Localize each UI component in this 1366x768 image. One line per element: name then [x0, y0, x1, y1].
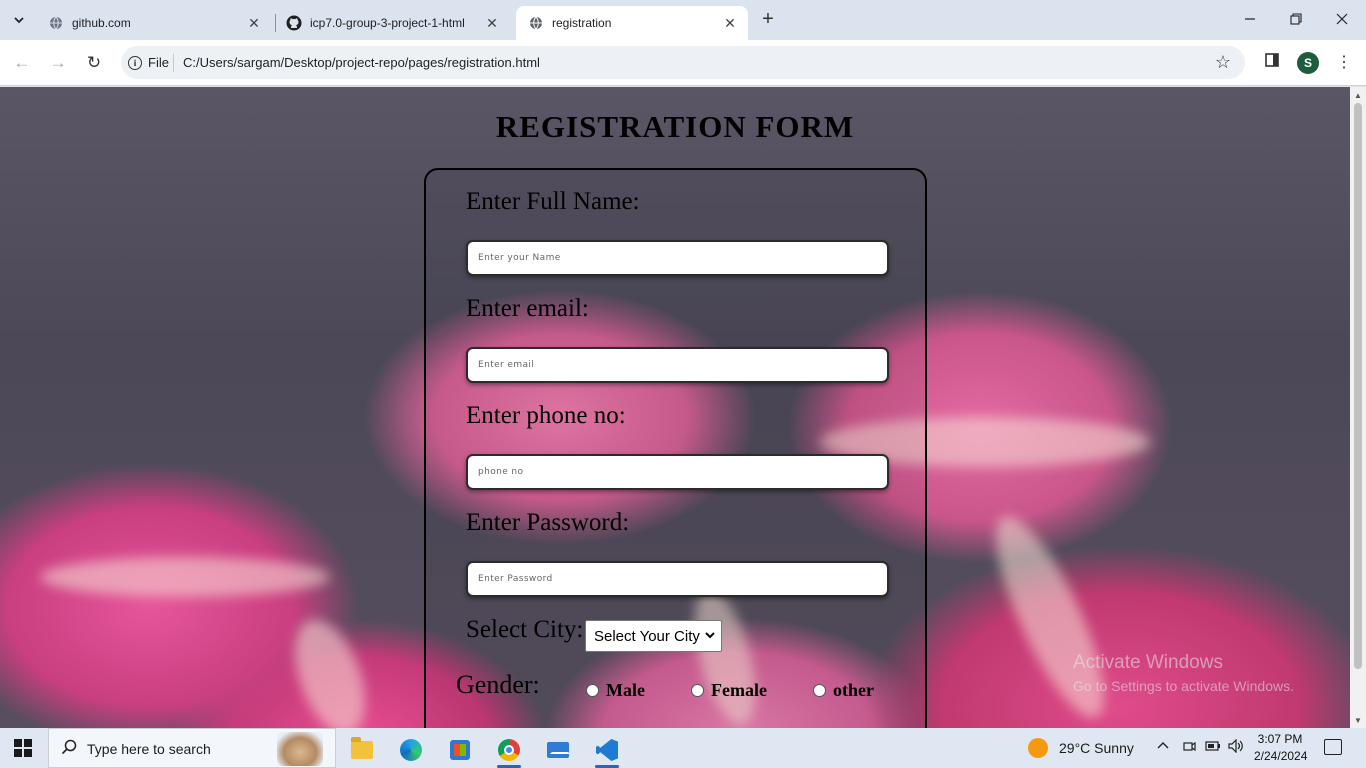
radio-label: Male	[606, 680, 645, 700]
windows-start-icon[interactable]	[14, 739, 32, 757]
search-icon	[61, 739, 77, 760]
tab-title: github.com	[72, 16, 131, 30]
city-label: Select City:	[466, 616, 584, 643]
email-field-box	[466, 347, 889, 383]
watermark-subtitle: Go to Settings to activate Windows.	[1073, 678, 1294, 694]
sun-icon	[1028, 738, 1048, 758]
registration-form: Enter Full Name: Enter email: Enter phon…	[424, 168, 927, 728]
file-explorer-icon[interactable]	[342, 732, 382, 768]
background-decoration	[281, 610, 379, 728]
chevron-down-icon	[14, 17, 24, 24]
new-tab-plus-icon[interactable]: +	[756, 8, 780, 32]
radio-label: other	[833, 680, 874, 700]
forward-arrow-icon[interactable]: →	[45, 50, 71, 76]
vscode-icon[interactable]	[587, 732, 627, 768]
activate-windows-watermark: Activate Windows Go to Settings to activ…	[1073, 652, 1294, 694]
tab-registration[interactable]: registration ✕	[516, 6, 748, 40]
full-name-input[interactable]	[468, 242, 887, 274]
back-arrow-icon[interactable]: ←	[9, 50, 35, 76]
gender-option-male[interactable]: Male	[586, 680, 645, 701]
tab-icp7-project[interactable]: icp7.0-group-3-project-1-html ✕	[274, 6, 510, 40]
github-icon	[286, 15, 302, 31]
page-title: REGISTRATION FORM	[495, 109, 855, 144]
weather-widget[interactable]: 29°C Sunny	[1028, 738, 1134, 758]
chrome-icon[interactable]	[489, 732, 529, 768]
site-info-chip[interactable]: i File	[128, 51, 169, 74]
side-panel-icon[interactable]	[1259, 50, 1285, 76]
city-select[interactable]: Select Your City	[585, 620, 722, 652]
full-name-label: Enter Full Name:	[466, 188, 640, 215]
tab-search-button[interactable]	[6, 7, 32, 33]
close-window-icon[interactable]	[1330, 8, 1354, 32]
search-placeholder: Type here to search	[87, 741, 211, 757]
volume-icon[interactable]	[1228, 738, 1244, 756]
password-input[interactable]	[468, 563, 887, 595]
browser-tab-bar: github.com ✕ icp7.0-group-3-project-1-ht…	[0, 0, 1366, 40]
restore-icon[interactable]	[1284, 8, 1308, 32]
meet-now-icon[interactable]	[1182, 739, 1196, 756]
minimize-icon[interactable]	[1238, 8, 1262, 32]
scroll-down-arrow-icon[interactable]: ▼	[1354, 716, 1362, 725]
scroll-up-arrow-icon[interactable]: ▲	[1354, 91, 1362, 100]
battery-icon[interactable]	[1205, 739, 1221, 755]
profile-avatar[interactable]: S	[1297, 52, 1319, 74]
password-label: Enter Password:	[466, 509, 630, 536]
omnibox-divider	[173, 54, 174, 72]
password-field-box	[466, 561, 889, 597]
taskbar-search-box[interactable]: Type here to search	[48, 728, 336, 768]
microsoft-store-icon[interactable]	[440, 732, 480, 768]
tab-close-icon[interactable]: ✕	[246, 15, 262, 31]
scrollbar-thumb[interactable]	[1354, 103, 1362, 669]
watermark-title: Activate Windows	[1073, 652, 1223, 673]
email-input[interactable]	[468, 349, 887, 381]
globe-icon	[528, 15, 544, 31]
chevron-down-icon	[705, 629, 715, 643]
mail-icon[interactable]	[538, 732, 578, 768]
radio-button[interactable]	[691, 684, 704, 697]
clock-time: 3:07 PM	[1257, 732, 1303, 746]
globe-icon	[48, 15, 64, 31]
gender-label: Gender:	[456, 670, 540, 699]
background-decoration	[40, 557, 330, 597]
email-label: Enter email:	[466, 295, 589, 322]
full-name-field-box	[466, 240, 889, 276]
phone-label: Enter phone no:	[466, 402, 626, 429]
page-scrollbar[interactable]: ▲ ▼	[1350, 87, 1366, 728]
info-icon: i	[128, 55, 142, 70]
edge-browser-icon[interactable]	[391, 732, 431, 768]
reload-icon[interactable]: ↻	[81, 50, 107, 76]
system-clock[interactable]: 3:07 PM 2/24/2024	[1254, 731, 1308, 765]
clock-date: 2/24/2024	[1254, 749, 1308, 763]
tab-github-com[interactable]: github.com ✕	[36, 6, 272, 40]
search-highlight-image	[277, 732, 323, 766]
windows-taskbar: Type here to search 29°C Sunny 3:07 PM 2…	[0, 728, 1366, 768]
page-viewport: REGISTRATION FORM Enter Full Name: Enter…	[0, 87, 1350, 728]
show-hidden-icons-chevron-icon[interactable]	[1157, 739, 1169, 755]
browser-toolbar: ← → ↻ i File C:/Users/sargam/Desktop/pro…	[0, 40, 1366, 86]
background-decoration	[976, 504, 1124, 728]
radio-button[interactable]	[586, 684, 599, 697]
tab-close-icon[interactable]: ✕	[484, 15, 500, 31]
phone-input[interactable]	[468, 456, 887, 488]
notification-center-icon[interactable]	[1324, 739, 1342, 755]
radio-label: Female	[711, 680, 767, 700]
address-bar[interactable]: i File C:/Users/sargam/Desktop/project-r…	[121, 46, 1245, 79]
phone-field-box	[466, 454, 889, 490]
url-text[interactable]: C:/Users/sargam/Desktop/project-repo/pag…	[183, 55, 540, 70]
radio-button[interactable]	[813, 684, 826, 697]
gender-option-female[interactable]: Female	[691, 680, 767, 701]
tab-close-icon[interactable]: ✕	[722, 15, 738, 31]
scheme-label: File	[148, 55, 169, 70]
tab-title: registration	[552, 16, 612, 30]
bookmark-star-icon[interactable]: ☆	[1215, 52, 1231, 73]
more-menu-icon[interactable]: ⋮	[1331, 50, 1357, 76]
city-select-value: Select Your City	[594, 627, 700, 645]
weather-text: 29°C Sunny	[1059, 740, 1134, 756]
tab-title: icp7.0-group-3-project-1-html	[310, 16, 465, 30]
gender-option-other[interactable]: other	[813, 680, 874, 701]
